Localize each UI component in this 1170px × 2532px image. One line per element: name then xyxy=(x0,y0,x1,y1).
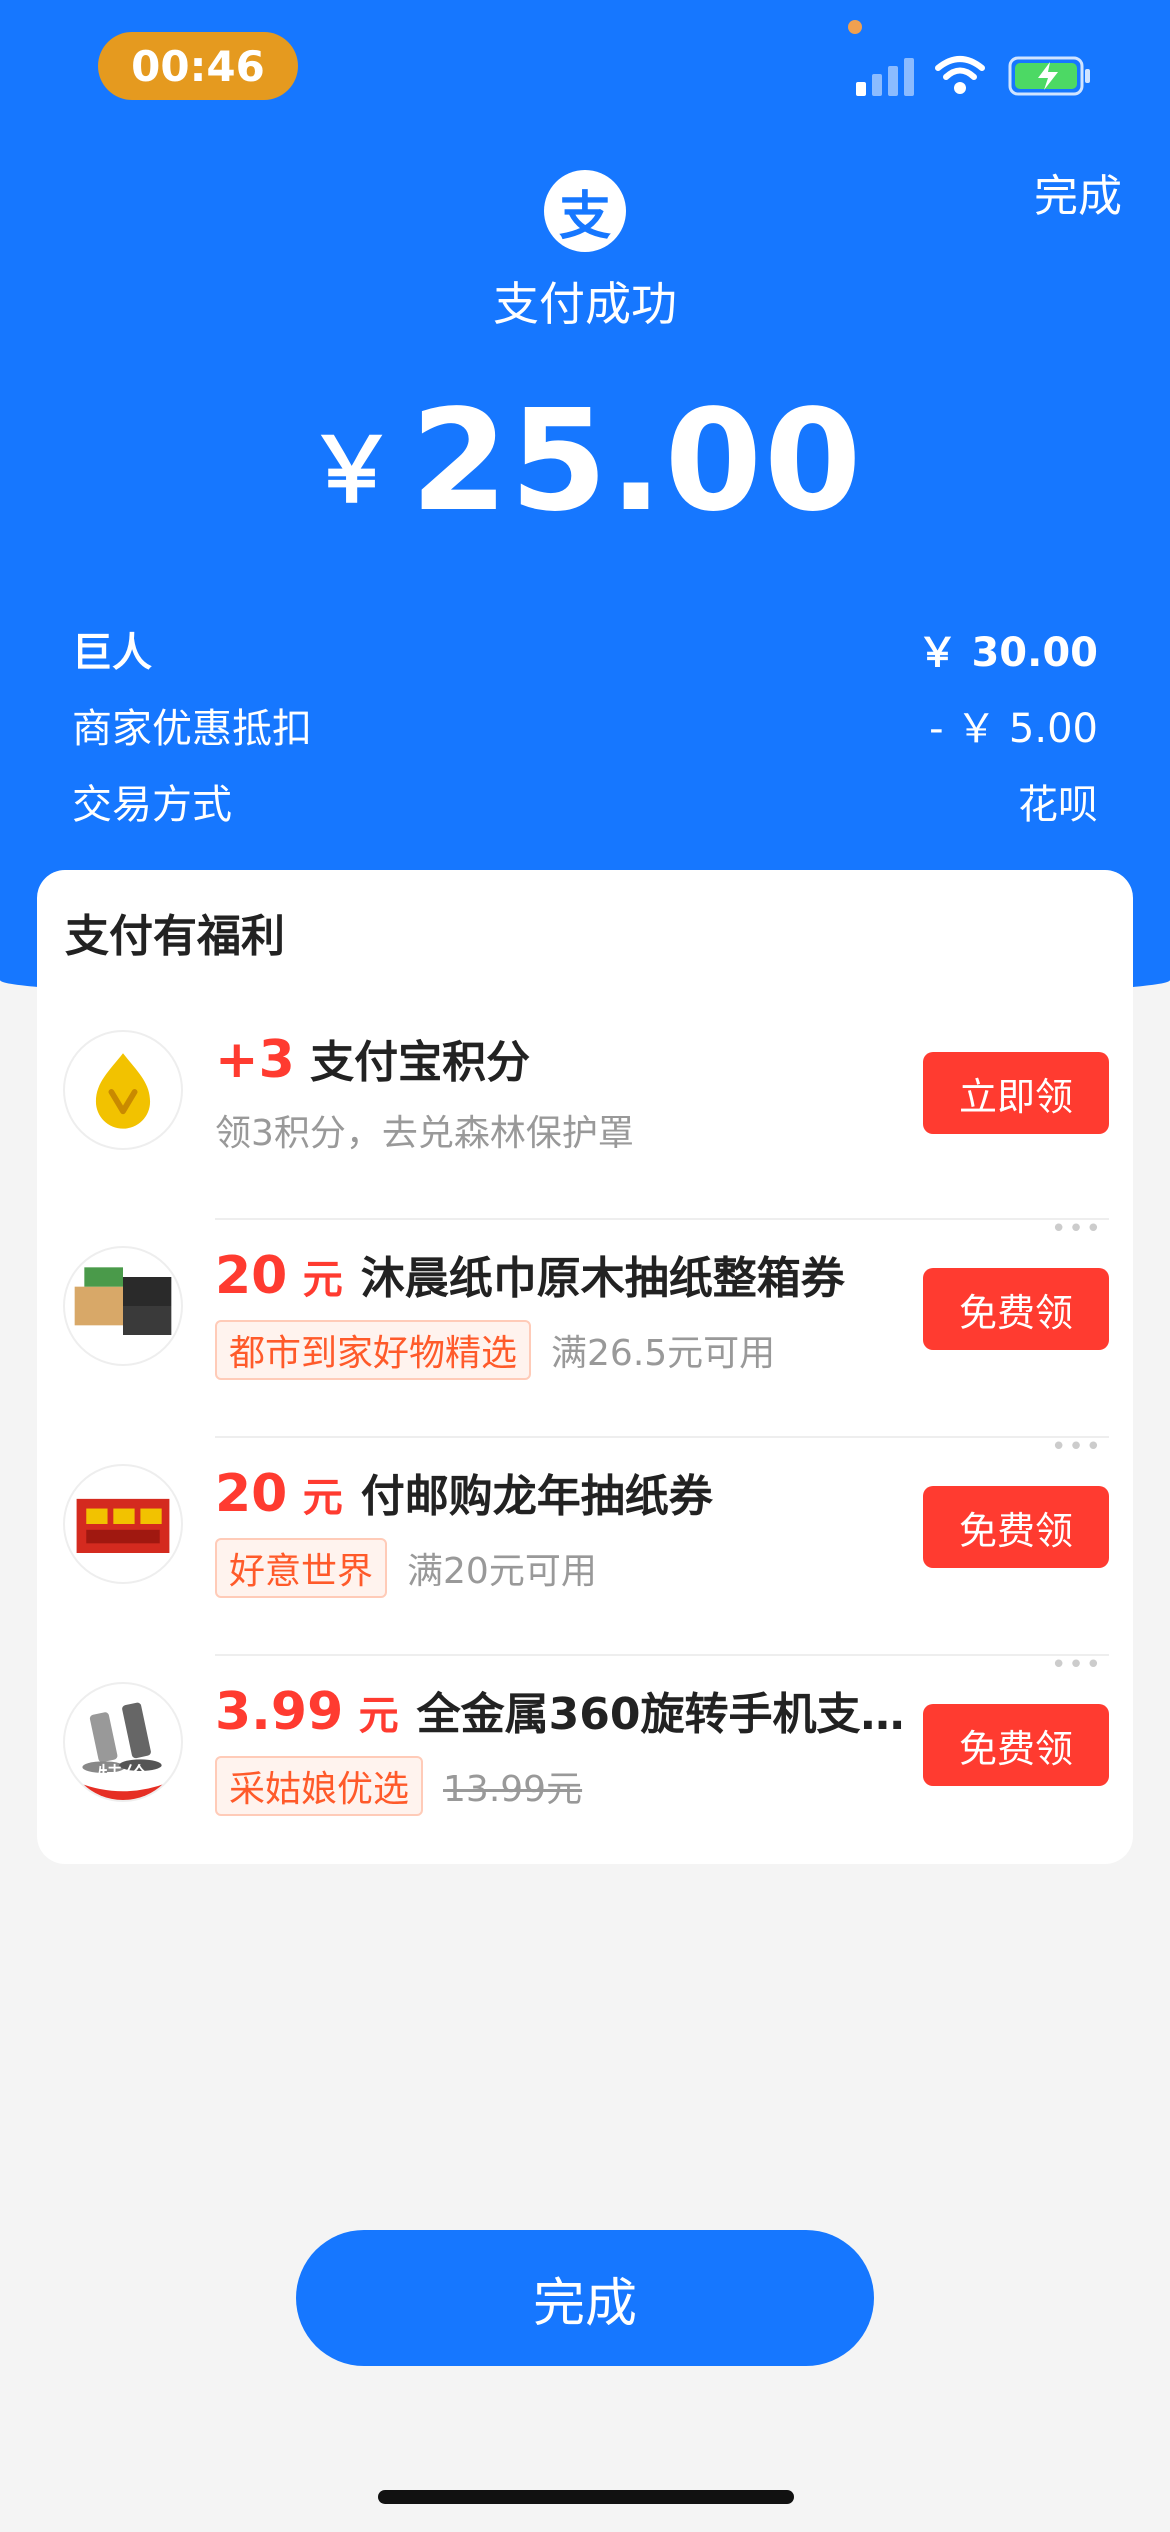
benefit-item-points[interactable]: +3 支付宝积分 领3积分，去兑森林保护罩 立即领 xyxy=(37,1002,1133,1220)
benefit-value: 20 xyxy=(215,1464,288,1524)
detail-row-merchant: 巨人 ￥ 30.00 xyxy=(72,620,1098,678)
benefit-value: +3 xyxy=(215,1030,295,1090)
benefit-value: 3.99 xyxy=(215,1682,344,1742)
detail-label: 巨人 xyxy=(72,630,152,676)
detail-row-discount: 商家优惠抵扣 - ￥ 5.00 xyxy=(72,696,1098,754)
status-time: 00:46 xyxy=(98,32,298,100)
benefit-name: 沐晨纸巾原木抽纸整箱券 xyxy=(360,1253,845,1304)
divider xyxy=(215,1654,1109,1656)
done-button[interactable]: 完成 xyxy=(296,2230,874,2366)
benefit-item-dragon-year-tissue[interactable]: ••• 20 元付邮购龙年抽纸券 好意世界 满20元可用 免费领 xyxy=(37,1432,1133,1654)
original-price: 13.99元 xyxy=(443,1769,583,1810)
currency-symbol: ￥ xyxy=(306,418,397,523)
benefit-unit: 元 xyxy=(302,1257,343,1303)
divider xyxy=(215,1218,1109,1220)
merchant-tag: 都市到家好物精选 xyxy=(215,1320,532,1380)
alipay-logo-icon: 支 xyxy=(544,170,626,252)
benefits-title: 支付有福利 xyxy=(65,911,285,962)
divider xyxy=(215,1436,1109,1438)
detail-row-payment-method: 交易方式 花呗 xyxy=(72,772,1098,830)
detail-value: - ￥ 5.00 xyxy=(929,706,1098,752)
more-options-icon[interactable]: ••• xyxy=(1051,1214,1103,1244)
points-icon xyxy=(63,1030,183,1150)
detail-label: 商家优惠抵扣 xyxy=(72,706,312,752)
payment-amount: ￥ 25.00 xyxy=(0,380,1170,543)
tissue-box-image xyxy=(63,1246,183,1366)
detail-value: 花呗 xyxy=(1018,782,1098,828)
cellular-signal-icon xyxy=(856,58,914,96)
payment-success-title: 支付成功 xyxy=(493,277,677,331)
detail-value: ￥ 30.00 xyxy=(917,630,1098,676)
benefits-card: 支付有福利 +3 支付宝积分 领3积分，去兑森林保护罩 立即领 ••• 20 元… xyxy=(37,870,1133,1864)
phone-stand-image: 特价 xyxy=(63,1682,183,1802)
more-options-icon[interactable]: ••• xyxy=(1051,1650,1103,1680)
wifi-icon xyxy=(935,56,985,94)
benefit-value: 20 xyxy=(215,1246,288,1306)
home-indicator[interactable] xyxy=(378,2490,794,2504)
detail-label: 交易方式 xyxy=(72,782,232,828)
header-done-button[interactable]: 完成 xyxy=(1034,160,1122,224)
benefit-item-tissue-coupon[interactable]: ••• 20 元沐晨纸巾原木抽纸整箱券 都市到家好物精选 满26.5元可用 免费领 xyxy=(37,1214,1133,1436)
battery-charging-icon xyxy=(1008,56,1090,96)
privacy-indicator-dot xyxy=(848,20,862,34)
status-bar: 00:46 xyxy=(0,0,1170,140)
merchant-tag: 好意世界 xyxy=(215,1538,388,1598)
merchant-tag: 采姑娘优选 xyxy=(215,1756,424,1816)
benefit-name: 付邮购龙年抽纸券 xyxy=(360,1471,713,1522)
more-options-icon[interactable]: ••• xyxy=(1051,1432,1103,1462)
amount-value: 25.00 xyxy=(410,380,864,543)
claim-button[interactable]: 免费领 xyxy=(923,1704,1109,1786)
benefit-desc: 领3积分，去兑森林保护罩 xyxy=(215,1113,634,1154)
claim-button[interactable]: 免费领 xyxy=(923,1486,1109,1568)
claim-button[interactable]: 免费领 xyxy=(923,1268,1109,1350)
benefit-unit: 元 xyxy=(358,1693,399,1739)
benefit-name: 支付宝积分 xyxy=(310,1037,531,1088)
benefit-desc: 满20元可用 xyxy=(407,1551,597,1592)
benefit-item-phone-stand[interactable]: ••• 特价 3.99 元全金属360旋转手机支… 采姑娘优选 13.99元 免费… xyxy=(37,1650,1133,1872)
benefit-unit: 元 xyxy=(302,1475,343,1521)
claim-button[interactable]: 立即领 xyxy=(923,1052,1109,1134)
benefit-desc: 满26.5元可用 xyxy=(551,1333,776,1374)
tissue-pack-image xyxy=(63,1464,183,1584)
special-price-badge: 特价 xyxy=(96,1763,149,1793)
benefit-name: 全金属360旋转手机支… xyxy=(416,1689,905,1740)
